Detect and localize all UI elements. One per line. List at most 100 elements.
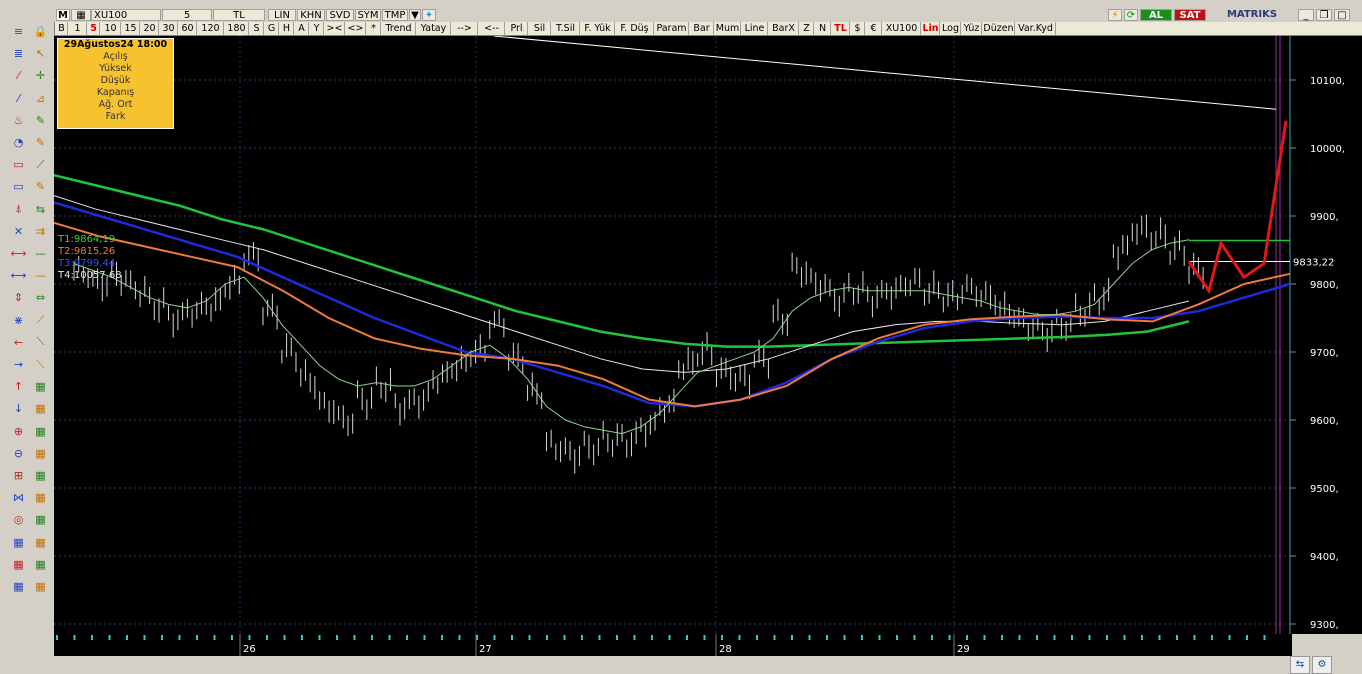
restore-icon[interactable]: ❐	[1316, 9, 1332, 21]
toolbar-item-30[interactable]: Line	[742, 22, 768, 35]
slash-icon[interactable]: ⟋	[32, 312, 49, 329]
toolbar-item-39[interactable]: Log	[941, 22, 961, 35]
fit-icon[interactable]: ⊞	[10, 467, 27, 484]
bell-icon[interactable]: ⍋	[10, 201, 27, 218]
symbol-field[interactable]: XU100	[91, 9, 161, 21]
toolbar-item-33[interactable]: N	[815, 22, 831, 35]
toolbar-item-26[interactable]: F. Düş	[616, 22, 654, 35]
toolbar-item-42[interactable]: Var.Kyd	[1016, 22, 1056, 35]
toolbar-item-13[interactable]: A	[295, 22, 309, 35]
currency-field[interactable]: TL	[213, 9, 265, 21]
toolbar-item-32[interactable]: Z	[800, 22, 814, 35]
pen-icon[interactable]: ✎	[32, 112, 49, 129]
toolbar-item-11[interactable]: G	[265, 22, 279, 35]
toolbar-item-14[interactable]: Y	[310, 22, 324, 35]
toolbar-item-37[interactable]: XU100	[883, 22, 921, 35]
chart-type-icon[interactable]: ▦	[71, 9, 91, 21]
toolbar-item-19[interactable]: Yatay	[417, 22, 451, 35]
toolbar-item-6[interactable]: 30	[160, 22, 178, 35]
up-arrow-icon[interactable]: ↑	[10, 378, 27, 395]
toolbar-item-12[interactable]: H	[280, 22, 294, 35]
arrows-icon[interactable]: ⇉	[32, 223, 49, 240]
grid5-icon[interactable]: ▦	[32, 467, 49, 484]
brush-icon[interactable]: ✎	[32, 178, 49, 195]
al-button[interactable]: AL	[1140, 9, 1172, 21]
zoom-out-icon[interactable]: ⊖	[10, 445, 27, 462]
lin-button[interactable]: LIN	[268, 9, 296, 21]
swap-icon[interactable]: ⇆	[32, 201, 49, 218]
toolbar-item-24[interactable]: T.Sil	[552, 22, 580, 35]
sat-button[interactable]: SAT	[1174, 9, 1206, 21]
toolbar-item-20[interactable]: -->	[452, 22, 478, 35]
crosshair-icon[interactable]: ✛	[32, 67, 49, 84]
h-expand-icon[interactable]: ⟷	[10, 245, 27, 262]
grid4-icon[interactable]: ▦	[32, 445, 49, 462]
zoom-in-icon[interactable]: ⊕	[10, 423, 27, 440]
dropdown-icon[interactable]: ▼	[409, 9, 421, 21]
refresh-icon[interactable]: ⟳	[1124, 9, 1138, 21]
toolbar-item-31[interactable]: BarX	[769, 22, 799, 35]
tool-d-icon[interactable]: ▦	[32, 556, 49, 573]
lines-icon[interactable]: ≡	[10, 23, 27, 40]
cursor-icon[interactable]: ↖	[32, 45, 49, 62]
right-arrow-icon[interactable]: →	[10, 356, 27, 373]
toolbar-item-17[interactable]: *	[367, 22, 381, 35]
left-arrow-icon[interactable]: ←	[10, 334, 27, 351]
toolbar-item-34[interactable]: TL	[832, 22, 850, 35]
toolbar-item-3[interactable]: 10	[101, 22, 121, 35]
toolbar-item-18[interactable]: Trend	[382, 22, 416, 35]
toolbar-item-7[interactable]: 60	[179, 22, 197, 35]
cross-icon[interactable]: ✕	[10, 223, 27, 240]
lightning-icon[interactable]: ⚡	[1108, 9, 1122, 21]
tool-f-icon[interactable]: ▦	[32, 578, 49, 595]
tmp-button[interactable]: TMP	[382, 9, 408, 21]
magnet-icon[interactable]: ◎	[10, 511, 27, 528]
rect-icon[interactable]: ▭	[10, 156, 27, 173]
hlines-icon[interactable]: ≣	[10, 45, 27, 62]
down-arrow-icon[interactable]: ↓	[10, 400, 27, 417]
h-expand2-icon[interactable]: ⟷	[10, 267, 27, 284]
hv-icon[interactable]: ⇔	[32, 289, 49, 306]
tool-b-icon[interactable]: ▦	[32, 534, 49, 551]
channel-icon[interactable]: ⟋	[32, 156, 49, 173]
trendline-icon[interactable]: ⁄	[10, 67, 27, 84]
toolbar-item-22[interactable]: Prl	[506, 22, 528, 35]
lock-icon[interactable]: 🔒	[32, 23, 49, 40]
toolbar-item-4[interactable]: 15	[122, 22, 140, 35]
period-field[interactable]: 5	[162, 9, 212, 21]
toolbar-item-8[interactable]: 120	[198, 22, 224, 35]
diag-icon[interactable]: ⟍	[32, 334, 49, 351]
hline-icon[interactable]: —	[32, 245, 49, 262]
ray-icon[interactable]: ⁄	[10, 90, 27, 107]
toolbar-item-41[interactable]: Düzen	[983, 22, 1015, 35]
svd-button[interactable]: SVD	[326, 9, 354, 21]
khn-button[interactable]: KHN	[297, 9, 325, 21]
toolbar-item-9[interactable]: 180	[225, 22, 249, 35]
toolbar-item-15[interactable]: ><	[325, 22, 345, 35]
toolbar-item-29[interactable]: Mum	[715, 22, 741, 35]
maximize-icon[interactable]: □	[1334, 9, 1350, 21]
price-chart[interactable]: 10100, 10000, 9900, 9800, 9700, 9600, 9500, 940…	[53, 35, 1362, 634]
toolbar-item-28[interactable]: Bar	[690, 22, 714, 35]
arc-icon[interactable]: ◔	[10, 134, 27, 151]
toolbar-item-16[interactable]: <>	[346, 22, 366, 35]
grid3-icon[interactable]: ▦	[32, 423, 49, 440]
grid7-icon[interactable]: ▦	[32, 511, 49, 528]
toolbar-item-38[interactable]: Lin	[922, 22, 940, 35]
toolbar-item-40[interactable]: Yüz	[962, 22, 982, 35]
triangle-icon[interactable]: ⊿	[32, 90, 49, 107]
toolbar-item-35[interactable]: $	[851, 22, 865, 35]
toolbar-item-10[interactable]: S	[250, 22, 264, 35]
diag2-icon[interactable]: ⟍	[32, 356, 49, 373]
toolbar-item-5[interactable]: 20	[141, 22, 159, 35]
toolbar-item-2[interactable]: 5	[88, 22, 100, 35]
grid6-icon[interactable]: ▦	[32, 489, 49, 506]
grid-icon[interactable]: ▦	[32, 378, 49, 395]
pencil-icon[interactable]: ✎	[32, 134, 49, 151]
fib-icon[interactable]: ♨	[10, 112, 27, 129]
v-expand-icon[interactable]: ⇕	[10, 289, 27, 306]
tool-e-icon[interactable]: ▦	[10, 578, 27, 595]
toolbar-item-23[interactable]: Sil	[529, 22, 551, 35]
toolbar-item-36[interactable]: €	[866, 22, 882, 35]
bowtie-icon[interactable]: ⋈	[10, 489, 27, 506]
